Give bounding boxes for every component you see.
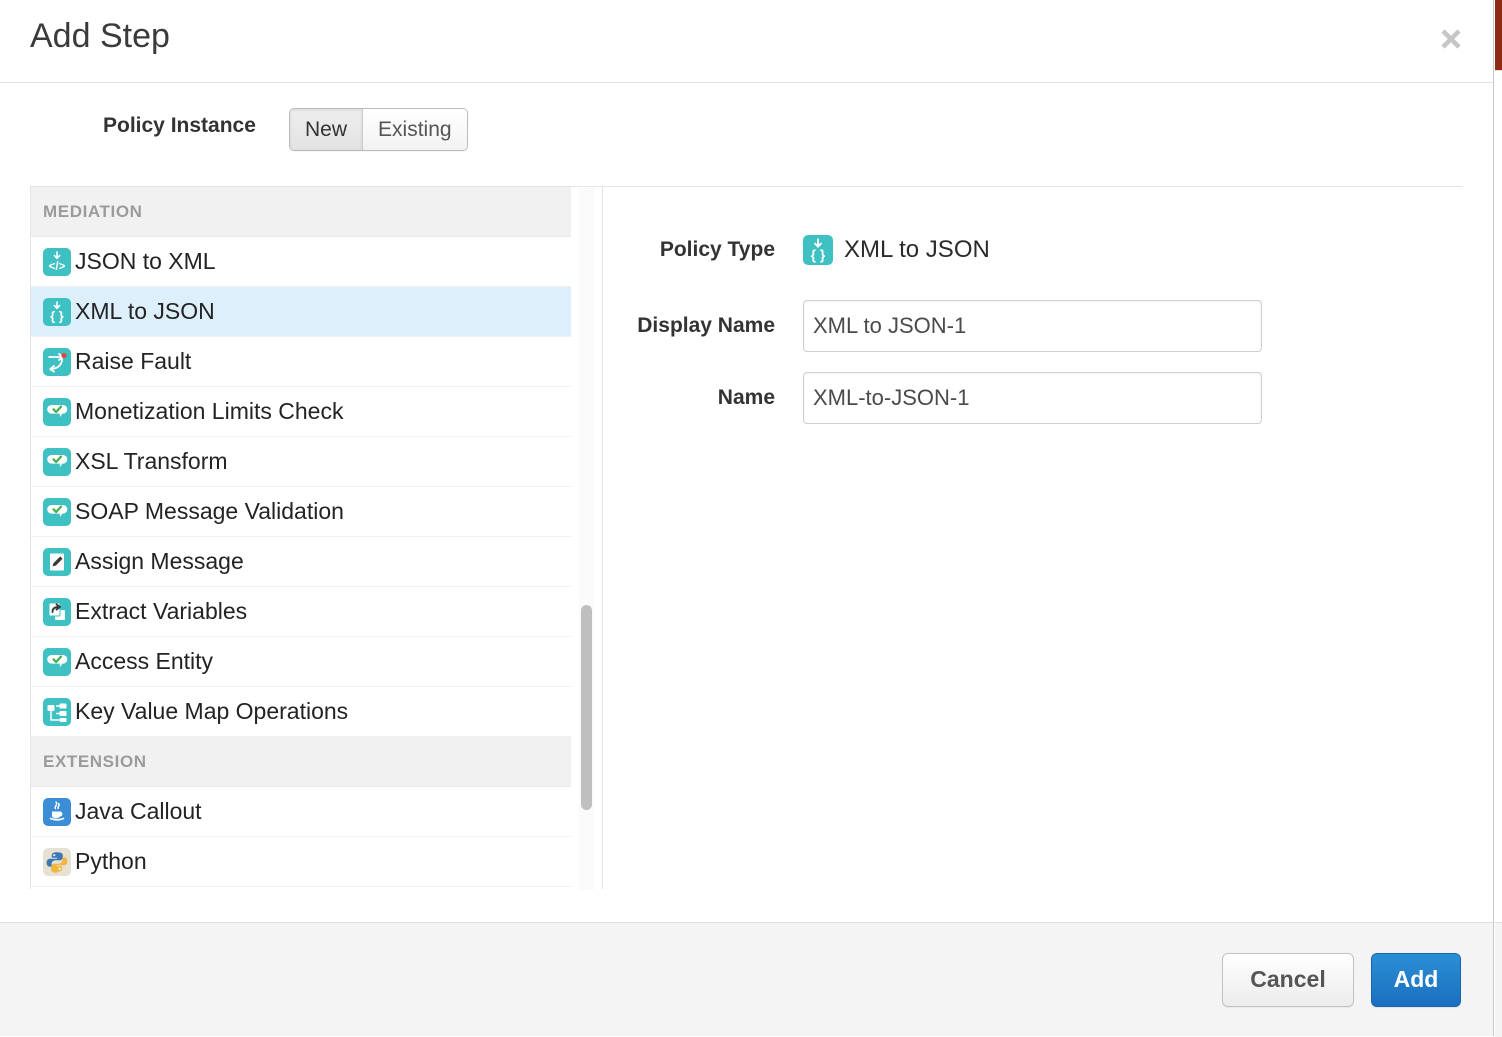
java-icon bbox=[43, 798, 71, 826]
policy-list-item[interactable]: Monetization Limits Check bbox=[31, 387, 571, 437]
policy-list-item-label: Access Entity bbox=[75, 648, 213, 675]
policy-instance-option-new[interactable]: New bbox=[290, 109, 362, 150]
add-step-dialog: Add Step Policy Instance New Existing ME… bbox=[0, 0, 1494, 1036]
close-icon[interactable] bbox=[1434, 22, 1468, 56]
policy-type-label: Policy Type bbox=[603, 238, 803, 262]
policy-list-item-label: Python bbox=[75, 848, 147, 875]
page-background-edge-bottom bbox=[1495, 922, 1502, 1037]
policy-list-item[interactable]: SOAP Message Validation bbox=[31, 487, 571, 537]
scrollbar-thumb[interactable] bbox=[581, 605, 592, 810]
policy-list-item[interactable]: Key Value Map Operations bbox=[31, 687, 571, 737]
page-title: Add Step bbox=[30, 17, 170, 56]
xml-to-json-icon: { } bbox=[803, 235, 833, 265]
policy-list-item[interactable]: Access Entity bbox=[31, 637, 571, 687]
policy-list-item[interactable]: { } XML to JSON bbox=[31, 287, 571, 337]
json-to-xml-icon: </> bbox=[43, 248, 71, 276]
policy-list-item[interactable]: </> JSON to XML bbox=[31, 237, 571, 287]
cancel-button[interactable]: Cancel bbox=[1222, 953, 1354, 1007]
policy-list-item[interactable]: Java Callout bbox=[31, 787, 571, 837]
policy-list-item-label: SOAP Message Validation bbox=[75, 498, 344, 525]
svg-text:{ }: { } bbox=[811, 247, 826, 263]
policy-instance-row: Policy Instance New Existing bbox=[0, 83, 1493, 186]
policy-list-item-label: XML to JSON bbox=[75, 298, 215, 325]
policy-type-text: XML to JSON bbox=[844, 236, 990, 264]
policy-list-item-label: Key Value Map Operations bbox=[75, 698, 348, 725]
dialog-body: MEDIATION </> JSON to XML { } XML to JSON Rai… bbox=[0, 186, 1493, 922]
policy-list-panel: MEDIATION </> JSON to XML { } XML to JSON Rai… bbox=[30, 186, 571, 889]
policy-list-item[interactable]: XSL Transform bbox=[31, 437, 571, 487]
policy-list-item[interactable]: Python bbox=[31, 837, 571, 887]
page-background-edge bbox=[1495, 0, 1502, 1036]
message-validation-icon bbox=[43, 648, 71, 676]
page-background-edge-middle bbox=[1495, 70, 1502, 921]
dialog-header: Add Step bbox=[0, 0, 1493, 83]
page-background-edge-top bbox=[1495, 0, 1502, 70]
add-button[interactable]: Add bbox=[1371, 953, 1461, 1007]
svg-text:{ }: { } bbox=[50, 308, 64, 323]
dialog-footer: Cancel Add bbox=[0, 922, 1493, 1036]
name-row: Name bbox=[603, 372, 1262, 424]
policy-detail-panel: Policy Type { } XML to JSON Display Name bbox=[603, 186, 1463, 889]
python-icon bbox=[43, 848, 71, 876]
message-validation-icon bbox=[43, 498, 71, 526]
policy-list-scrollbar[interactable] bbox=[571, 186, 602, 889]
policy-list-item-label: Java Callout bbox=[75, 798, 202, 825]
policy-list-item-label: XSL Transform bbox=[75, 448, 228, 475]
display-name-input[interactable] bbox=[803, 300, 1262, 352]
display-name-row: Display Name bbox=[603, 300, 1262, 352]
display-name-label: Display Name bbox=[603, 314, 803, 338]
policy-list-item-label: JSON to XML bbox=[75, 248, 216, 275]
policy-instance-toggle[interactable]: New Existing bbox=[289, 108, 468, 151]
xml-to-json-icon: { } bbox=[43, 298, 71, 326]
policy-instance-label: Policy Instance bbox=[103, 114, 256, 138]
svg-text:</>: </> bbox=[49, 261, 66, 273]
policy-instance-option-existing[interactable]: Existing bbox=[362, 109, 467, 150]
policy-type-value: { } XML to JSON bbox=[803, 235, 990, 265]
policy-list-item-label: Extract Variables bbox=[75, 598, 247, 625]
raise-fault-icon bbox=[43, 348, 71, 376]
name-input[interactable] bbox=[803, 372, 1262, 424]
policy-list-item-label: Raise Fault bbox=[75, 348, 191, 375]
policy-list-item[interactable]: Assign Message bbox=[31, 537, 571, 587]
policy-list-item[interactable]: Extract Variables bbox=[31, 587, 571, 637]
policy-list-item[interactable]: Raise Fault bbox=[31, 337, 571, 387]
assign-message-icon bbox=[43, 548, 71, 576]
key-value-map-icon bbox=[43, 698, 71, 726]
policy-list-item-label: Assign Message bbox=[75, 548, 244, 575]
message-validation-icon bbox=[43, 398, 71, 426]
policy-group-header: MEDIATION bbox=[31, 187, 571, 237]
name-label: Name bbox=[603, 386, 803, 410]
message-validation-icon bbox=[43, 448, 71, 476]
extract-variables-icon bbox=[43, 598, 71, 626]
policy-group-header: EXTENSION bbox=[31, 737, 571, 787]
policy-type-row: Policy Type { } XML to JSON bbox=[603, 235, 990, 265]
policy-list-item-label: Monetization Limits Check bbox=[75, 398, 343, 425]
policy-list[interactable]: MEDIATION </> JSON to XML { } XML to JSON Rai… bbox=[31, 187, 571, 889]
